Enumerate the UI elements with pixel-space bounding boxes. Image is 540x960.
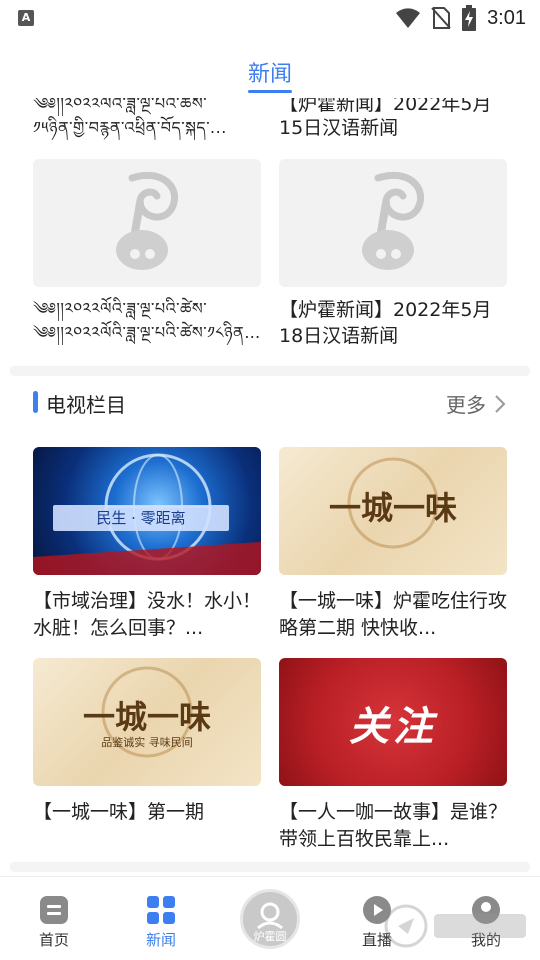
grid-icon	[147, 896, 175, 924]
tab-news[interactable]: 新闻	[116, 877, 206, 960]
tv-thumbnail: 关注	[279, 658, 507, 786]
no-sim-icon	[431, 7, 451, 29]
news-title: 【炉霍新闻】2022年5月	[279, 98, 492, 115]
news-title: ༄༅།།༢༠༢༢ལོའི་ཟླ་ལྔ་པའི་ཚེས་	[33, 299, 208, 318]
watermark-logo-icon	[384, 904, 526, 948]
more-label: 更多	[446, 393, 486, 417]
news-title: ༄༅།།༢༠༢༢ལོའི་ཟླ་ལྔ་པའི་ཚེས་༡༨ཉིན་གྱི་བརྙ…	[33, 323, 261, 342]
tv-overlay-title: 关注	[349, 704, 437, 750]
placeholder-logo-icon	[116, 171, 179, 270]
section-divider	[10, 862, 530, 872]
tv-title: 【市域治理】没水！水小！水脏！怎么回事？...	[33, 590, 261, 639]
tv-thumbnail: 一城一味 品鉴诚实 寻味民间	[33, 658, 261, 786]
battery-charging-icon	[462, 5, 477, 31]
tv-title: 【一人一咖一故事】是谁？带领上百牧民靠上...	[279, 801, 507, 850]
tab-label: 炉霍圆	[253, 930, 287, 943]
tv-card[interactable]: 一城一味 品鉴诚实 寻味民间 【一城一味】第一期	[33, 658, 261, 853]
news-title: 【炉霍新闻】2022年5月18日汉语新闻	[279, 299, 492, 347]
tv-thumbnail: 民生 · 零距离	[33, 447, 261, 575]
news-grid: ༄༅།།༢༠༢༢ལོའི་ཟླ་ལྔ་པའི་ཚེས་ ༡༥ཉིན་གྱི་བར…	[0, 98, 540, 368]
news-card[interactable]: ༄༅།།༢༠༢༢ལོའི་ཟླ་ལྔ་པའི་ཚེས་ ༡༥ཉིན་གྱི་བར…	[33, 98, 261, 140]
tab-indicator	[248, 90, 292, 93]
news-title: ༄༅།།༢༠༢༢ལོའི་ཟླ་ལྔ་པའི་ཚེས་	[33, 98, 208, 113]
news-card[interactable]: 【炉霍新闻】2022年5月 15日汉语新闻	[279, 98, 507, 140]
tab-home[interactable]: 首页	[9, 877, 99, 960]
news-card[interactable]: ༄༅།།༢༠༢༢ལོའི་ཟླ་ལྔ་པའི་ཚེས་ ༄༅།།༢༠༢༢ལོའི…	[33, 159, 261, 345]
tv-overlay-title: 民生 · 零距离	[53, 505, 229, 531]
section-divider	[10, 366, 530, 376]
tv-overlay-subtitle: 品鉴诚实 寻味民间	[101, 736, 193, 749]
news-title: ༡༥ཉིན་གྱི་བརྙན་འཕྲིན་བོད་སྐད་...	[33, 118, 227, 137]
tv-card[interactable]: 民生 · 零距离 【市域治理】没水！水小！水脏！怎么回事？...	[33, 447, 261, 642]
section-title: 电视栏目	[46, 393, 126, 417]
section-accent-bar	[33, 391, 38, 413]
clock: 3:01	[487, 6, 526, 29]
tv-card[interactable]: 关注 【一人一咖一故事】是谁？带领上百牧民靠上...	[279, 658, 507, 853]
news-card[interactable]: 【炉霍新闻】2022年5月18日汉语新闻	[279, 159, 507, 349]
news-thumbnail	[279, 159, 507, 287]
news-thumbnail	[33, 159, 261, 287]
status-bar: A 3:01	[0, 0, 540, 36]
accessibility-icon: A	[18, 10, 34, 26]
tab-label: 首页	[38, 931, 69, 949]
tv-title: 【一城一味】炉霍吃住行攻略第二期 快快收...	[279, 590, 507, 639]
home-icon	[40, 896, 68, 924]
tv-overlay-title: 一城一味	[328, 489, 457, 527]
tv-overlay-title: 一城一味	[82, 698, 211, 736]
page-title: 新闻	[247, 62, 292, 87]
tab-luhuo-center[interactable]: 炉霍圆	[240, 889, 300, 949]
tv-card[interactable]: 一城一味 【一城一味】炉霍吃住行攻略第二期 快快收...	[279, 447, 507, 642]
tab-label: 新闻	[145, 931, 176, 949]
page-header: 新闻	[0, 36, 540, 98]
wifi-icon	[396, 8, 421, 28]
placeholder-logo-icon	[362, 171, 425, 270]
tv-thumbnail: 一城一味	[279, 447, 507, 575]
chevron-right-icon	[495, 394, 506, 413]
tv-title: 【一城一味】第一期	[33, 801, 205, 823]
news-title: 15日汉语新闻	[279, 117, 399, 139]
more-link[interactable]: 更多	[446, 389, 506, 418]
